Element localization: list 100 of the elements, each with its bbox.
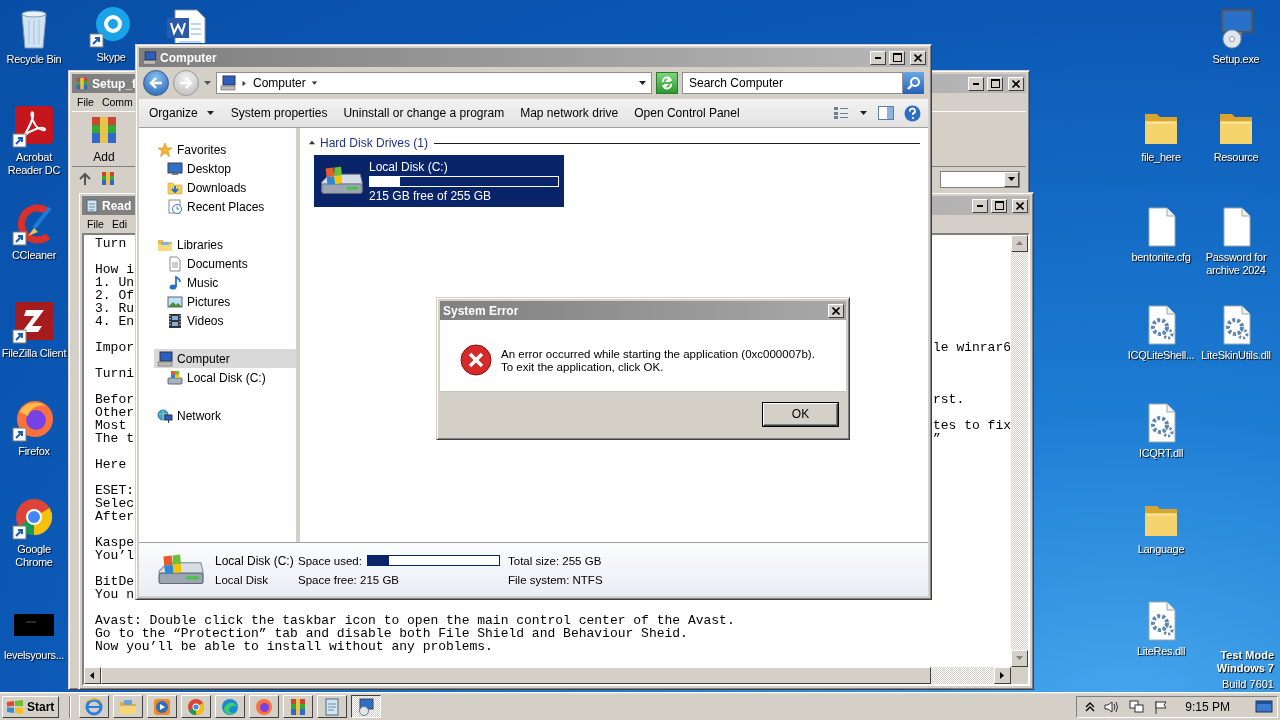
size-grip[interactable]: [1011, 667, 1028, 684]
icon-label[interactable]: bentonite.cfg: [1131, 251, 1191, 264]
menu-item[interactable]: File: [77, 96, 94, 108]
toolbar-button[interactable]: System properties: [222, 101, 336, 125]
minimize-button[interactable]: [968, 76, 984, 91]
nav-item[interactable]: Videos: [139, 311, 296, 330]
nav-item[interactable]: Desktop: [139, 159, 296, 178]
toolbar-button[interactable]: Add: [84, 110, 124, 168]
nav-item[interactable]: Downloads: [139, 178, 296, 197]
start-button[interactable]: Start: [2, 695, 60, 718]
up-arrow-icon[interactable]: [1015, 239, 1024, 248]
icon-label[interactable]: Resource: [1213, 151, 1259, 164]
icon-label[interactable]: LiteSkinUtils.dll: [1201, 349, 1271, 362]
text-line: Kaspe: [95, 536, 134, 549]
nav-item[interactable]: Computer: [154, 349, 296, 368]
down-arrow-icon[interactable]: [1007, 174, 1016, 184]
drive-tile[interactable]: Local Disk (C:) 215 GB free of 255 GB: [314, 155, 564, 207]
music-note-icon: [167, 274, 183, 291]
right-arrow-icon[interactable]: [998, 671, 1007, 680]
close-icon: [1012, 79, 1020, 88]
icon-label[interactable]: file_here: [1141, 151, 1181, 164]
caret-icon: [308, 139, 316, 147]
icon-label[interactable]: FileZilla Client: [1, 347, 67, 360]
icon-label[interactable]: CCleaner: [11, 249, 57, 262]
vertical-scrollbar[interactable]: [1011, 235, 1028, 667]
nav-item[interactable]: Favorites: [139, 140, 296, 159]
maximize-icon: [994, 201, 1004, 210]
icon-label[interactable]: ICQLiteShell...: [1127, 349, 1195, 362]
close-button[interactable]: [1012, 198, 1028, 213]
icon-label[interactable]: Acrobat Reader DC: [1, 151, 67, 177]
filezilla-icon[interactable]: [12, 300, 56, 344]
nav-item[interactable]: Libraries: [139, 235, 296, 254]
close-button[interactable]: [828, 303, 844, 318]
menu-item[interactable]: Edi: [111, 218, 128, 230]
toolbar-button[interactable]: Open Control Panel: [626, 101, 748, 125]
back-button[interactable]: [143, 70, 169, 96]
toolbar-button[interactable]: Map network drive: [512, 101, 627, 125]
acrobat-icon[interactable]: [12, 104, 56, 148]
maximize-button[interactable]: [987, 76, 1003, 91]
monitor-disc-icon: [356, 696, 377, 717]
network-icon[interactable]: [1129, 699, 1146, 714]
search-field[interactable]: Search Computer: [682, 72, 903, 94]
maximize-button[interactable]: [991, 198, 1007, 213]
left-arrow-icon[interactable]: [88, 671, 97, 680]
firefox-icon[interactable]: [12, 398, 56, 442]
maximize-button[interactable]: [889, 50, 905, 65]
search-icon: [906, 76, 921, 90]
icon-label[interactable]: Skype: [96, 51, 126, 64]
toolbar-button[interactable]: Uninstall or change a program: [335, 101, 513, 125]
nav-item[interactable]: Network: [139, 406, 296, 425]
show-hidden-icons-icon[interactable]: [1085, 700, 1096, 713]
toolbar-button[interactable]: Organize: [141, 101, 223, 125]
forward-button[interactable]: [173, 70, 199, 96]
icon-label[interactable]: Password for archive 2024: [1197, 251, 1275, 277]
film-icon: [167, 312, 183, 329]
show-desktop-icon[interactable]: [1255, 699, 1273, 714]
group-header[interactable]: Hard Disk Drives (1): [308, 136, 920, 150]
search-button[interactable]: [903, 72, 924, 94]
ok-button[interactable]: OK: [763, 402, 838, 426]
up-arrow-icon[interactable]: [78, 172, 92, 186]
nav-item[interactable]: Documents: [139, 254, 296, 273]
minimize-icon: [977, 204, 983, 207]
icon-label[interactable]: Recycle Bin: [6, 53, 62, 66]
forward-arrow-icon: [179, 77, 193, 89]
menu-item[interactable]: File: [87, 218, 104, 230]
nav-item[interactable]: Music: [139, 273, 296, 292]
text-line: 4. En: [95, 315, 134, 328]
address-bar[interactable]: Computer: [216, 72, 652, 94]
archive-icon: [75, 76, 89, 91]
edge-icon: [220, 696, 241, 717]
clock[interactable]: 9:15 PM: [1185, 699, 1230, 714]
taskbar-app-button[interactable]: [351, 695, 382, 718]
nav-item[interactable]: Local Disk (C:): [139, 368, 296, 387]
free-space-text: Space free: 215 GB: [298, 573, 400, 586]
skype-icon[interactable]: [89, 4, 133, 48]
speaker-icon[interactable]: [1104, 699, 1121, 714]
text-line: tes to fix: [933, 419, 1011, 432]
text-line: Now you’ll be able to install without any problems.: [95, 640, 493, 653]
nav-item[interactable]: Recent Places: [139, 197, 296, 216]
text-line: Impor: [95, 341, 134, 354]
close-button[interactable]: [1008, 76, 1024, 91]
menu-item[interactable]: Comm: [101, 96, 133, 108]
text-line: BitDe: [95, 575, 134, 588]
icon-label[interactable]: levelsyours...: [4, 649, 64, 662]
refresh-button[interactable]: [656, 72, 678, 94]
close-button[interactable]: [910, 50, 926, 65]
text-line: Turn: [95, 237, 127, 250]
icon-label[interactable]: Google Chrome: [1, 543, 67, 569]
minimize-button[interactable]: [870, 50, 886, 65]
flag-icon[interactable]: [1154, 699, 1169, 714]
horizontal-scrollbar[interactable]: [84, 667, 1011, 684]
icon-label[interactable]: ICQRT.dll: [1138, 447, 1184, 460]
dropdown-icon[interactable]: [638, 78, 647, 88]
path-field[interactable]: [940, 170, 1020, 188]
nav-item[interactable]: Pictures: [139, 292, 296, 311]
minimize-button[interactable]: [972, 198, 988, 213]
icon-label[interactable]: Setup.exe: [1212, 53, 1260, 66]
breadcrumb-item[interactable]: Computer: [253, 76, 306, 90]
close-icon: [914, 53, 922, 62]
icon-label[interactable]: Firefox: [18, 445, 50, 458]
